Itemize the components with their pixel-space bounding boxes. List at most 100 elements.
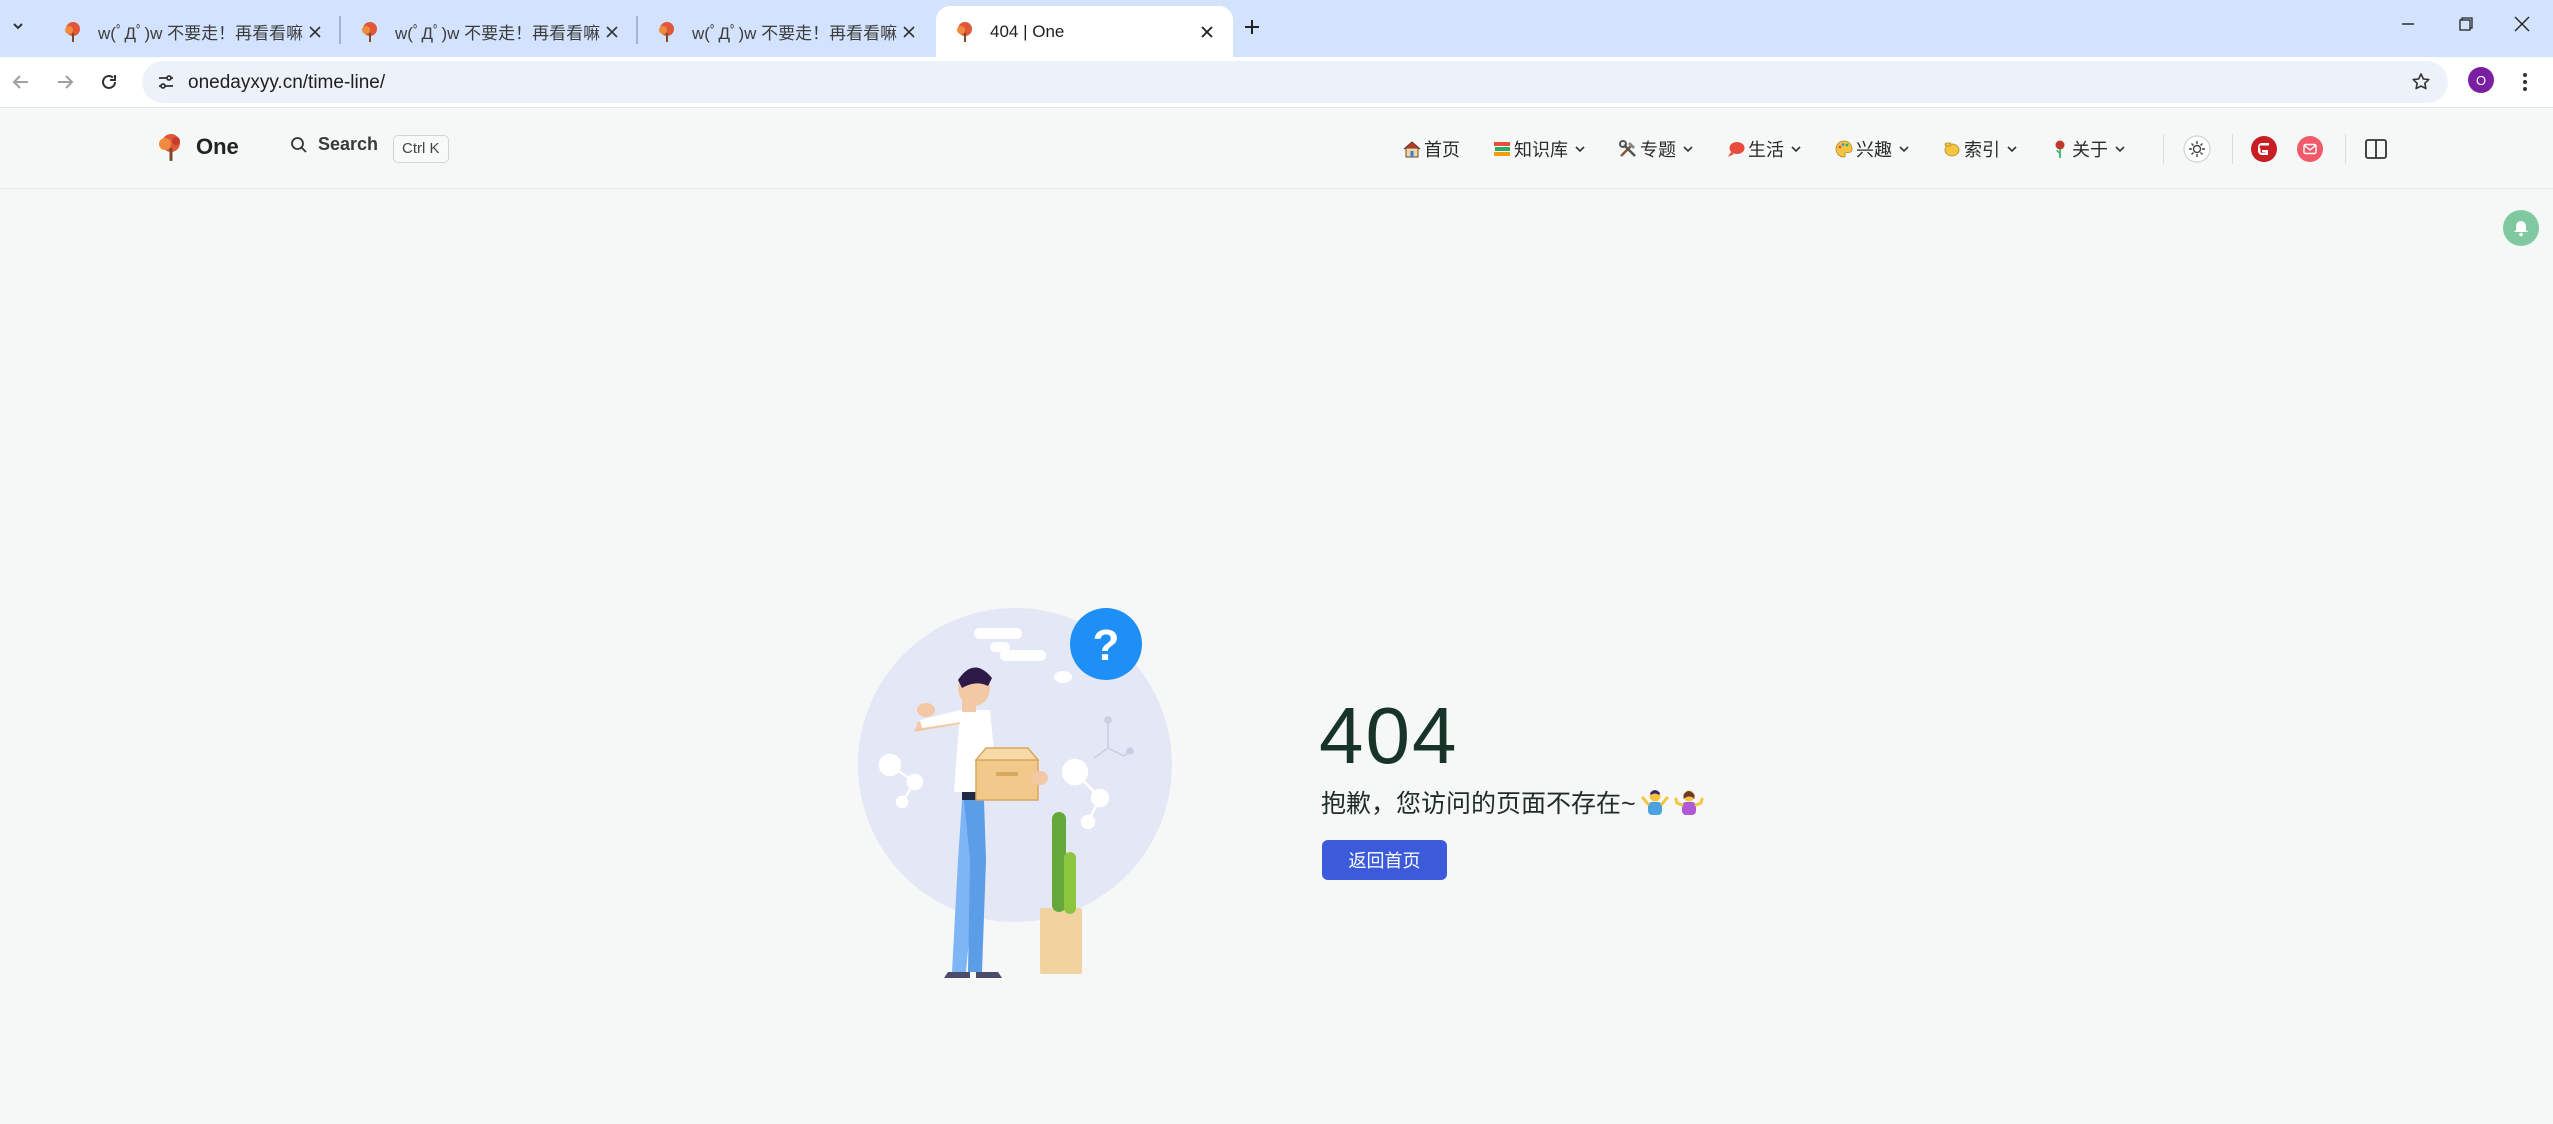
plus-icon [1245,20,1259,34]
back-button[interactable] [6,67,36,97]
reload-icon [102,74,116,89]
chevron-down-icon [1575,146,1585,153]
nav-item-knowledge[interactable]: 知识库 [1492,136,1586,162]
browser-menu-button[interactable] [2512,67,2538,97]
nav-divider [2232,134,2233,164]
nav-item-label: 索引 [1964,140,2000,160]
browser-tab[interactable]: w(ﾟДﾟ)w 不要走！再看看嘛！ [44,6,341,57]
nav-item-about[interactable]: 关于 [2050,136,2126,162]
tab-title: w(ﾟДﾟ)w 不要走！再看看嘛！ [692,24,897,43]
person-gesturing-emoji-icon [1641,790,1669,815]
svg-text:?: ? [1093,621,1120,670]
tab-search-button[interactable] [4,12,32,40]
mail-icon [2297,136,2323,162]
gitee-icon [2251,136,2277,162]
site-brand-link[interactable]: One [156,132,239,162]
site-info-button[interactable] [152,68,180,96]
nav-item-label: 兴趣 [1856,140,1892,160]
browser-tab-bar: w(ﾟДﾟ)w 不要走！再看看嘛！ w(ﾟДﾟ)w 不要走！再看看嘛！ w(ﾟД… [0,0,2553,57]
tree-favicon-icon [362,21,377,42]
reload-button[interactable] [94,67,124,97]
tab-title: w(ﾟДﾟ)w 不要走！再看看嘛！ [98,24,303,43]
tree-favicon-icon [65,21,80,42]
chevron-down-icon [13,23,23,30]
profile-avatar[interactable]: O [2468,67,2494,93]
chevron-down-icon [1791,146,1801,153]
error-message-text: 抱歉，您访问的页面不存在~ [1321,790,1636,818]
chevron-down-icon [2007,146,2017,153]
error-code: 404 [1319,691,1459,780]
error-message: 抱歉，您访问的页面不存在~ [1321,784,1704,820]
email-link[interactable] [2293,132,2327,166]
person-shrugging-emoji-icon [1674,790,1704,815]
tab-close-icon[interactable] [897,20,921,44]
tab-title: 404 | One [990,21,1065,41]
tree-favicon-icon [957,21,972,42]
tab-close-icon[interactable] [600,20,624,44]
browser-toolbar: onedayxyy.cn/time-line/ O [0,57,2553,108]
arrow-left-icon [12,75,28,89]
tools-emoji-icon [1619,140,1636,157]
nav-item-life[interactable]: 生活 [1726,136,1802,162]
search-button[interactable]: Search [290,134,378,155]
nav-divider [2345,134,2346,164]
main-nav: 首页 知识库 专题 生活 兴趣 索引 关于 [1402,132,2158,166]
nav-item-home[interactable]: 首页 [1402,136,1460,162]
close-icon [2514,16,2530,32]
nav-item-label: 首页 [1424,140,1460,160]
bookmark-button[interactable] [2408,69,2434,95]
nav-item-label: 专题 [1640,140,1676,160]
notification-button[interactable] [2503,210,2539,246]
chevron-down-icon [1899,146,1909,153]
tab-close-icon[interactable] [303,20,327,44]
search-shortcut-badge: Ctrl K [393,135,449,163]
tab-close-icon[interactable] [1195,20,1219,44]
bell-icon [2514,221,2528,237]
nav-item-topics[interactable]: 专题 [1618,136,1694,162]
nav-item-label: 关于 [2072,140,2108,160]
chevron-down-icon [2115,146,2125,153]
forward-button[interactable] [50,67,80,97]
url-text: onedayxyy.cn/time-line/ [188,72,386,93]
back-to-home-button[interactable]: 返回首页 [1322,840,1447,880]
site-name: One [196,134,239,159]
address-bar[interactable]: onedayxyy.cn/time-line/ [142,61,2448,103]
rose-emoji-icon [2055,140,2065,158]
speech-bubble-emoji-icon [1728,142,1745,157]
tune-icon [159,75,173,89]
sun-icon [2183,135,2211,163]
nav-item-label: 生活 [1748,140,1784,160]
reading-mode-button[interactable] [2359,132,2393,166]
close-window-button[interactable] [2500,8,2544,40]
nav-item-interests[interactable]: 兴趣 [1834,136,1910,162]
book-open-icon [2365,139,2387,159]
chevron-down-icon [1683,146,1693,153]
more-vert-icon [2523,73,2527,91]
palette-emoji-icon [1835,140,1853,158]
house-emoji-icon [1403,141,1421,158]
restore-button[interactable] [2444,8,2488,40]
restore-icon [2459,17,2473,31]
new-tab-button[interactable] [1237,12,1267,42]
nav-item-label: 知识库 [1514,140,1568,160]
search-label: Search [318,134,379,154]
tree-logo-icon [159,134,180,161]
search-icon [291,136,307,153]
tab-title: w(ﾟДﾟ)w 不要走！再看看嘛！ [395,24,600,43]
pointing-hand-emoji-icon [1944,142,1960,157]
nav-item-index[interactable]: 索引 [1942,136,2018,162]
browser-tab-active[interactable]: 404 | One [936,6,1233,57]
arrow-right-icon [58,75,74,89]
star-icon [2412,73,2430,90]
browser-tab[interactable]: w(ﾟДﾟ)w 不要走！再看看嘛！ [341,6,638,57]
nav-divider [2163,134,2164,164]
gitee-link[interactable] [2247,132,2281,166]
minimize-button[interactable] [2386,8,2430,40]
tree-favicon-icon [659,21,674,42]
site-header: One Search Ctrl K 首页 知识库 专题 生活 兴趣 索引 关于 [0,108,2553,189]
not-found-illustration: ? [858,608,1172,978]
minimize-icon [2402,23,2414,25]
theme-toggle-button[interactable] [2180,132,2214,166]
books-emoji-icon [1494,142,1510,156]
browser-tab[interactable]: w(ﾟДﾟ)w 不要走！再看看嘛！ [638,6,935,57]
